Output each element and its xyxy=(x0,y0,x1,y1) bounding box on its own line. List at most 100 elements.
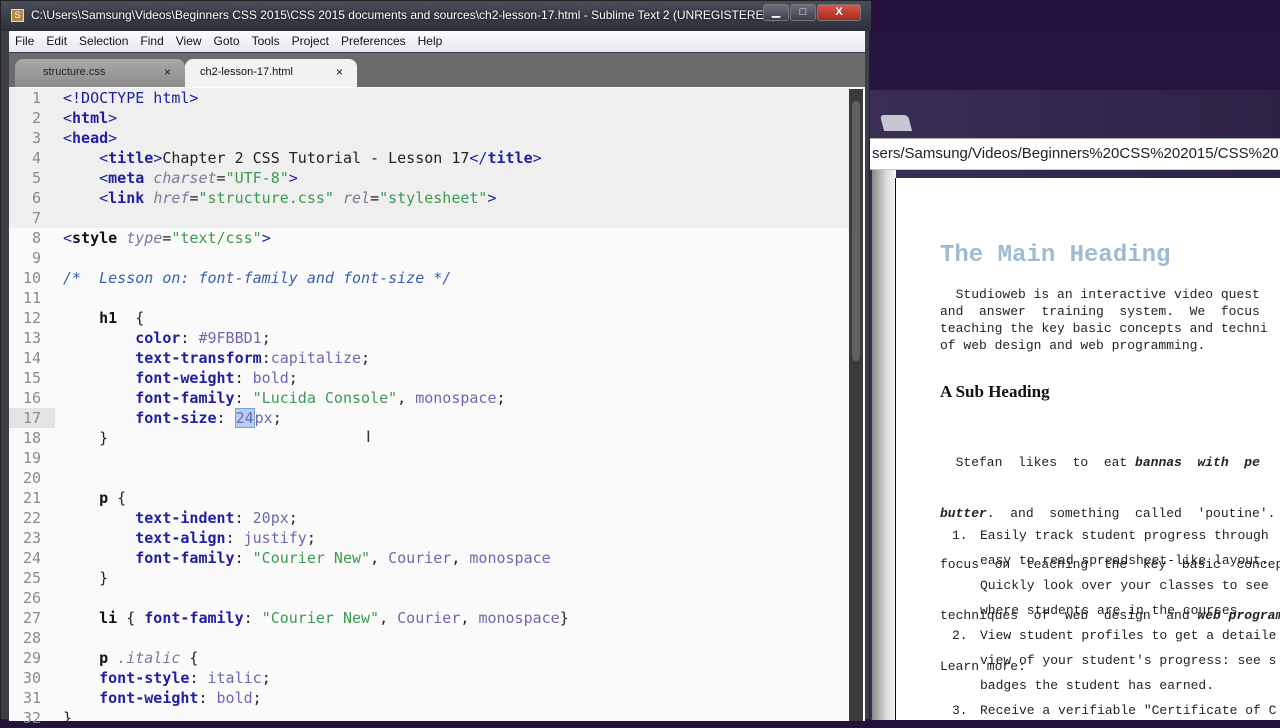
code-line[interactable]: 15 font-weight: bold; xyxy=(9,368,849,388)
code-token: : xyxy=(216,409,235,427)
list-item-line: 2. View student profiles to get a detaile xyxy=(952,623,1276,648)
code-line[interactable]: 29 p .italic { xyxy=(9,648,849,668)
code-token: #9FBBD1 xyxy=(198,329,262,347)
tab-close-icon[interactable]: × xyxy=(164,59,171,85)
code-line[interactable]: 22 text-indent: 20px; xyxy=(9,508,849,528)
italic-text: bannas with pe xyxy=(1135,455,1260,470)
code-line[interactable]: 7 xyxy=(9,208,849,228)
list-text: where students are in the courses. xyxy=(980,603,1246,618)
code-editor[interactable]: 1 <!DOCTYPE html> 2 <html> 3 <head> 4 <title>C… xyxy=(9,87,865,727)
browser-new-tab[interactable] xyxy=(879,115,913,131)
code-line[interactable]: 14 text-transform:capitalize; xyxy=(9,348,849,368)
line-text: p .italic { xyxy=(63,648,198,668)
code-line[interactable]: 24 font-family: "Courier New", Courier, … xyxy=(9,548,849,568)
menu-tools[interactable]: Tools xyxy=(246,31,286,52)
title-bar[interactable]: S C:\Users\Samsung\Videos\Beginners CSS … xyxy=(1,1,871,31)
list-item-line: easy to read spreadsheet-like layout. xyxy=(952,548,1276,573)
code-token: style xyxy=(72,229,118,247)
tab-close-icon[interactable]: × xyxy=(336,59,343,85)
list-text: Easily track student progress through xyxy=(980,528,1269,543)
code-token: /* Lesson on: font-family and font-size … xyxy=(63,269,452,287)
code-line[interactable]: 2 <html> xyxy=(9,108,849,128)
code-token: : xyxy=(234,389,253,407)
code-line[interactable]: 20 xyxy=(9,468,849,488)
menu-edit[interactable]: Edit xyxy=(40,31,73,52)
code-token: justify xyxy=(243,529,307,547)
code-line[interactable]: 27 li { font-family: "Courier New", Cour… xyxy=(9,608,849,628)
tab-structure-css[interactable]: structure.css × xyxy=(15,59,185,87)
code-line[interactable]: 10 /* Lesson on: font-family and font-siz… xyxy=(9,268,849,288)
code-line[interactable]: 21 p { xyxy=(9,488,849,508)
code-line[interactable]: 5 <meta charset="UTF-8"> xyxy=(9,168,849,188)
code-line[interactable]: 4 <title>Chapter 2 CSS Tutorial - Lesson… xyxy=(9,148,849,168)
intro-paragraph: Studioweb is an interactive video quest … xyxy=(940,286,1268,354)
code-line[interactable]: 13 color: #9FBBD1; xyxy=(9,328,849,348)
menu-view[interactable]: View xyxy=(170,31,208,52)
menu-find[interactable]: Find xyxy=(134,31,169,52)
code-token: } xyxy=(559,609,569,627)
vertical-scrollbar[interactable] xyxy=(849,89,863,721)
code-line[interactable]: 25 } xyxy=(9,568,849,588)
code-token: : xyxy=(198,689,217,707)
line-number: 17 xyxy=(9,408,55,428)
code-line[interactable]: 18 } xyxy=(9,428,849,448)
code-token: font-weight xyxy=(99,689,199,707)
code-line[interactable]: 23 text-align: justify; xyxy=(9,528,849,548)
line-number: 30 xyxy=(22,669,41,687)
menu-preferences[interactable]: Preferences xyxy=(335,31,412,52)
minimize-button[interactable]: ▁ xyxy=(763,4,789,21)
code-line[interactable]: 28 xyxy=(9,628,849,648)
list-item-line: where students are in the courses. xyxy=(952,598,1276,623)
code-token: font-family xyxy=(135,549,235,567)
code-line[interactable]: 9 xyxy=(9,248,849,268)
menu-help[interactable]: Help xyxy=(412,31,449,52)
menu-selection[interactable]: Selection xyxy=(73,31,134,52)
code-token: capitalize xyxy=(270,349,362,367)
code-line[interactable]: 32} xyxy=(9,708,849,728)
menu-goto[interactable]: Goto xyxy=(208,31,246,52)
code-token: : xyxy=(243,609,262,627)
code-token: < xyxy=(63,169,109,187)
scrollbar-thumb[interactable] xyxy=(852,101,860,361)
line-number: 1 xyxy=(31,89,41,107)
close-button[interactable]: X xyxy=(817,4,861,21)
line-number: 9 xyxy=(31,249,41,267)
code-token: bold xyxy=(252,369,289,387)
code-line[interactable]: 16 font-family: "Lucida Console", monosp… xyxy=(9,388,849,408)
maximize-button[interactable]: □ xyxy=(790,4,816,21)
code-token: color xyxy=(135,329,181,347)
line-text: color: #9FBBD1; xyxy=(63,328,270,348)
code-line[interactable]: 1 <!DOCTYPE html> xyxy=(9,88,849,108)
tab-ch2-lesson-17-html[interactable]: ch2-lesson-17.html × xyxy=(185,59,357,87)
menu-project[interactable]: Project xyxy=(286,31,335,52)
code-token: title xyxy=(487,149,533,167)
list-text: View student profiles to get a detaile xyxy=(980,628,1277,643)
browser-address-bar[interactable]: sers/Samsung/Videos/Beginners%20CSS%2020… xyxy=(870,138,1280,170)
code-token: : xyxy=(261,349,271,367)
code-token: , xyxy=(370,549,389,567)
code-line[interactable]: 31 font-weight: bold; xyxy=(9,688,849,708)
code-line[interactable]: 6 <link href="structure.css" rel="styles… xyxy=(9,188,849,208)
line-text: li { font-family: "Courier New", Courier… xyxy=(63,608,569,628)
line-number: 5 xyxy=(31,169,41,187)
code-line[interactable]: 12 h1 { xyxy=(9,308,849,328)
list-number xyxy=(952,548,980,573)
menu-file[interactable]: File xyxy=(9,31,40,52)
code-line[interactable]: 17 font-size: 24px; xyxy=(9,408,849,428)
list-number: 3. xyxy=(952,703,968,718)
line-text: <link href="structure.css" rel="styleshe… xyxy=(63,188,496,208)
line-number: 15 xyxy=(22,369,41,387)
code-line[interactable]: 26 xyxy=(9,588,849,608)
code-line[interactable]: 11 xyxy=(9,288,849,308)
code-token: < xyxy=(63,109,73,127)
code-line[interactable]: 19 xyxy=(9,448,849,468)
code-line[interactable]: 30 font-style: italic; xyxy=(9,668,849,688)
code-token: text-indent xyxy=(135,509,235,527)
code-token: link xyxy=(108,189,145,207)
code-line[interactable]: 3 <head> xyxy=(9,128,849,148)
code-line[interactable]: 8 <style type="text/css"> xyxy=(9,228,849,248)
code-token: , xyxy=(397,389,416,407)
